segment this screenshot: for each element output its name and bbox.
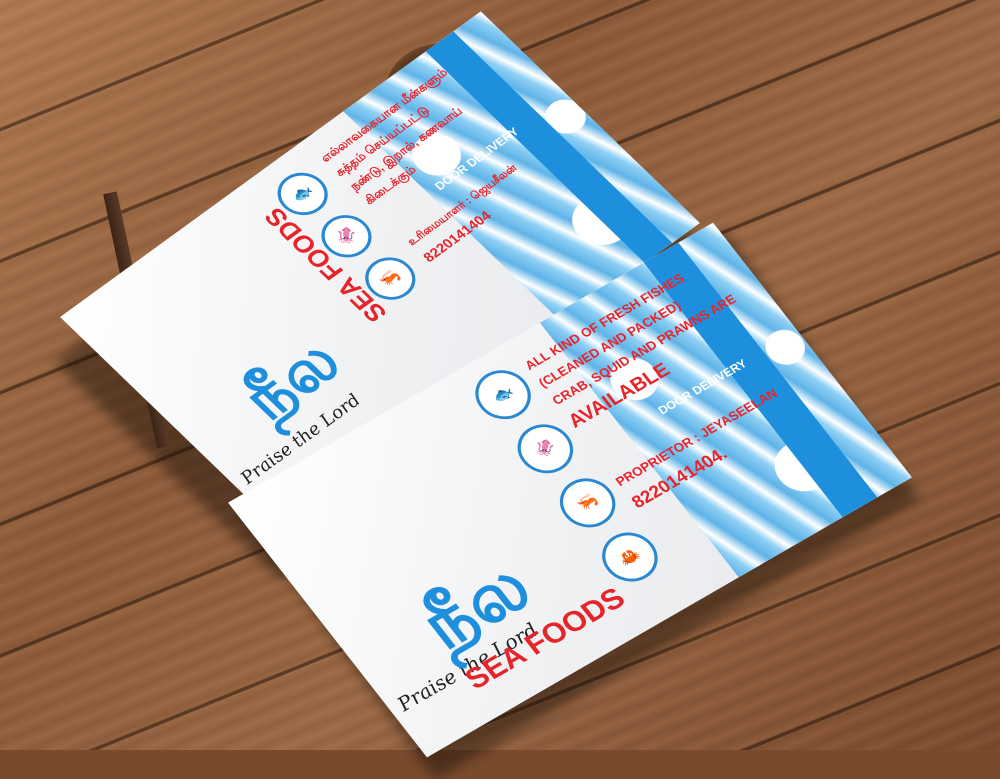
crab-icon: 🦀 [591,523,669,591]
back-card-logo: நீல [226,326,357,434]
